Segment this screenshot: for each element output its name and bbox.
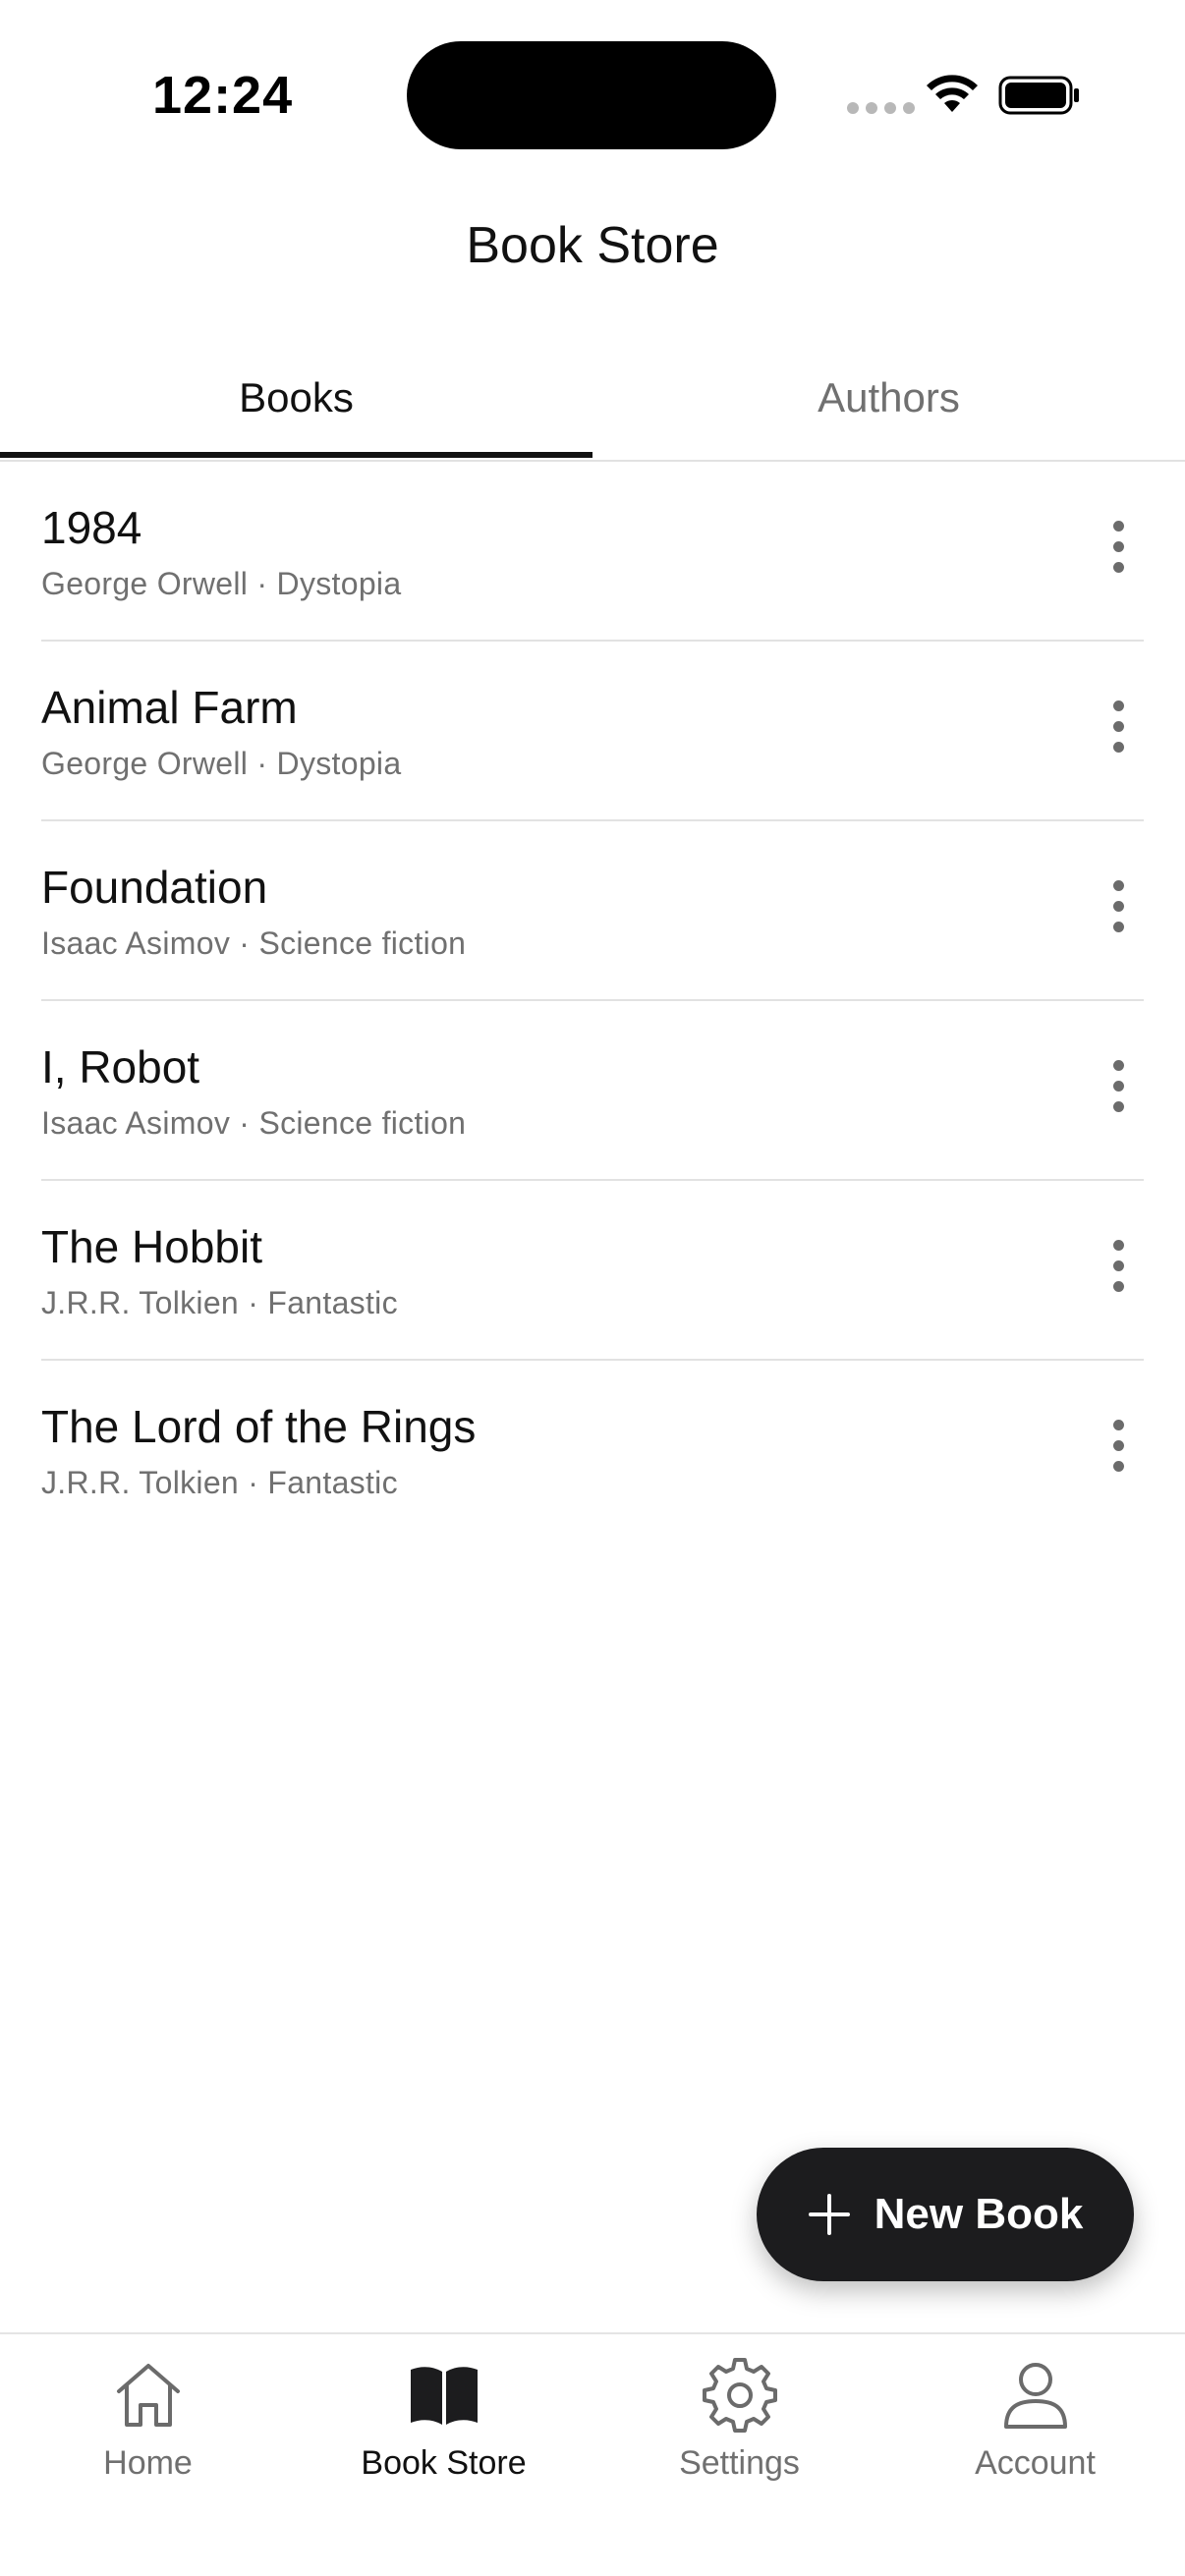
new-book-button[interactable]: New Book (757, 2148, 1134, 2281)
nav-account-label: Account (975, 2444, 1096, 2482)
active-tab-indicator (0, 452, 592, 458)
book-list: 1984 George Orwell · Dystopia Animal Far… (0, 462, 1185, 1540)
more-options-button[interactable] (1091, 880, 1146, 949)
tab-authors[interactable]: Authors (592, 354, 1185, 460)
nav-home[interactable]: Home (0, 2358, 296, 2515)
more-options-button[interactable] (1091, 1240, 1146, 1309)
more-options-button[interactable] (1091, 521, 1146, 589)
page-title: Book Store (466, 217, 719, 274)
new-book-label: New Book (874, 2190, 1084, 2238)
book-icon (410, 2367, 478, 2425)
book-meta: J.R.R. Tolkien · Fantastic (41, 1285, 398, 1320)
book-row-i-robot[interactable]: I, Robot Isaac Asimov · Science fiction (0, 1001, 1185, 1181)
home-icon (116, 2364, 180, 2427)
book-meta: George Orwell · Dystopia (41, 566, 402, 601)
bottom-navigation: Home Book Store Settings Account (0, 2332, 1185, 2576)
nav-account[interactable]: Account (887, 2358, 1183, 2515)
nav-book-store-label: Book Store (361, 2444, 527, 2482)
nav-book-store[interactable]: Book Store (296, 2358, 592, 2515)
book-row-the-lord-of-the-rings[interactable]: The Lord of the Rings J.R.R. Tolkien · F… (0, 1361, 1185, 1540)
book-title: Foundation (41, 862, 268, 913)
person-icon (1003, 2363, 1067, 2429)
book-title: The Lord of the Rings (41, 1401, 477, 1452)
book-row-1984[interactable]: 1984 George Orwell · Dystopia (0, 462, 1185, 642)
book-meta: Isaac Asimov · Science fiction (41, 925, 467, 961)
book-title: Animal Farm (41, 682, 298, 733)
book-store-screen: 12:24 Book Store Books Authors 1984 Geor… (0, 0, 1185, 2576)
book-meta: J.R.R. Tolkien · Fantastic (41, 1465, 398, 1500)
tab-bar: Books Authors (0, 354, 1185, 462)
more-options-button[interactable] (1091, 700, 1146, 769)
nav-home-label: Home (103, 2444, 193, 2482)
tab-books[interactable]: Books (0, 354, 592, 460)
wifi-icon (927, 75, 978, 112)
book-meta: Isaac Asimov · Science fiction (41, 1105, 467, 1141)
nav-settings[interactable]: Settings (592, 2358, 887, 2515)
book-row-animal-farm[interactable]: Animal Farm George Orwell · Dystopia (0, 642, 1185, 821)
book-row-foundation[interactable]: Foundation Isaac Asimov · Science fictio… (0, 821, 1185, 1001)
status-bar: 12:24 (0, 0, 1185, 187)
status-time: 12:24 (152, 66, 294, 125)
nav-settings-label: Settings (679, 2444, 800, 2482)
book-title: The Hobbit (41, 1221, 263, 1272)
book-meta: George Orwell · Dystopia (41, 746, 402, 781)
book-title: I, Robot (41, 1041, 200, 1092)
dynamic-island (407, 41, 776, 149)
more-options-button[interactable] (1091, 1420, 1146, 1488)
book-title: 1984 (41, 502, 142, 553)
gear-icon (702, 2358, 777, 2433)
plus-icon (808, 2194, 850, 2235)
battery-icon (998, 76, 1079, 115)
book-row-the-hobbit[interactable]: The Hobbit J.R.R. Tolkien · Fantastic (0, 1181, 1185, 1361)
cellular-signal-icon (847, 102, 915, 114)
more-options-button[interactable] (1091, 1060, 1146, 1129)
